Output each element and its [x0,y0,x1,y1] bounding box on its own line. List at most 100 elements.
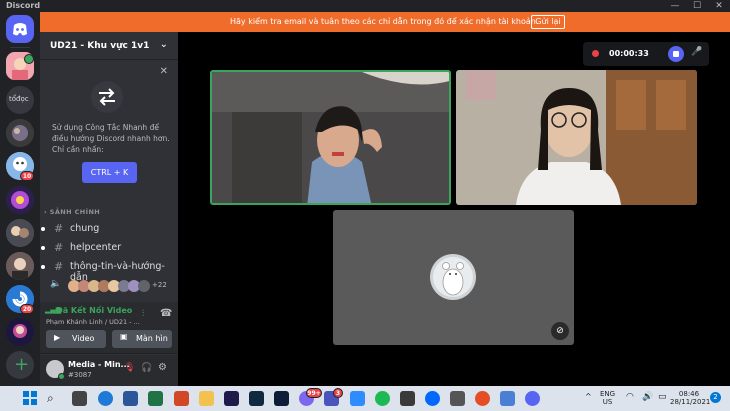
language-indicator[interactable]: ENG US [600,390,615,406]
voice-connection-panel: ▂▄▆ Đã Kết Nối Video Phạm Khánh Linh / U… [40,302,178,354]
record-dot-icon [592,50,599,57]
calculator-icon[interactable] [450,391,465,406]
guild-icon[interactable] [6,219,34,247]
user-tag: #3087 [68,371,92,379]
hash-icon: # [54,222,64,235]
home-discord-icon[interactable] [6,15,34,43]
channel-thong-tin[interactable]: # thông-tin-và-hướng-dẫn [41,258,172,283]
tip-text: Sử dụng Công Tắc Nhanh để điều hướng Dis… [52,123,170,154]
mic-muted-icon: ⊘ [551,322,569,340]
volume-icon[interactable]: 🔊 [642,393,653,402]
minimize-button[interactable]: — [664,0,686,12]
mic-off-icon[interactable]: 🎤 [691,47,702,57]
unread-dot [41,227,45,231]
channel-helpcenter[interactable]: # helpcenter [41,239,172,257]
zalo-icon[interactable] [425,391,440,406]
voice-channel-name[interactable]: Phạm Khánh Linh / UD21 - ... [46,318,140,326]
server-list: tổđọc 10 20 + [0,12,40,386]
swap-arrows-icon [91,81,123,113]
hash-icon: # [54,260,64,273]
gear-icon[interactable]: ⚙ [158,362,167,373]
recording-indicator: 00:00:33 🎤 [583,42,709,66]
quick-switcher-tip: ✕ Sử dụng Công Tắc Nhanh để điều hướng D… [40,62,178,192]
audition-icon[interactable] [224,391,239,406]
camera-icon: ▶ [54,333,61,342]
voice-status: Đã Kết Nối Video [56,306,133,315]
powerpoint-icon[interactable] [174,391,189,406]
battery-icon[interactable]: ▭ [658,393,667,402]
username: Media - Min... [68,360,130,369]
stop-recording-button[interactable] [668,46,684,62]
channel-label: helpcenter [70,242,122,253]
resend-button[interactable]: Gửi lại [531,15,565,29]
chevron-down-icon: ⌄ [159,39,168,50]
voice-channel-members[interactable]: 🔈 +22 [48,278,174,294]
video-feed [456,70,697,205]
unread-badge: 20 [20,304,34,314]
status-indicator [58,373,65,380]
participant-avatar [430,254,476,300]
notification-badge: 99+ [306,388,322,398]
lightroom-icon[interactable] [249,391,264,406]
photoshop-icon[interactable] [274,391,289,406]
video-tile-speaking[interactable] [210,70,451,205]
avatar [138,280,150,292]
zoom-icon[interactable] [350,391,365,406]
plus-icon: + [14,354,30,375]
edge-icon[interactable] [98,391,113,406]
app-icon[interactable] [500,391,515,406]
speaker-icon: 🔈 [50,279,62,289]
unread-dot [41,246,45,250]
video-tile-no-camera[interactable]: ⊘ [333,210,574,345]
guild-todoc-icon[interactable]: tổđọc [6,86,34,114]
guild-icon[interactable] [6,318,34,346]
headphones-icon[interactable]: 🎧 [141,363,152,373]
server-header[interactable]: UD21 - Khu vực 1v1 ⌄ [40,32,178,60]
spotify-icon[interactable] [375,391,390,406]
guild-icon[interactable] [6,186,34,214]
word-icon[interactable] [123,391,138,406]
noise-suppression-icon[interactable]: ⫶ [142,309,144,319]
category-header[interactable]: › SẢNH CHÍNH [44,208,100,216]
video-tile[interactable] [456,70,697,205]
clock[interactable]: 08:46 28/11/2021 [670,390,710,406]
chevron-up-icon[interactable]: ^ [585,393,592,401]
wifi-icon[interactable]: ◠ [626,393,634,402]
shortcut-button[interactable]: CTRL + K [82,162,137,183]
screen-share-button[interactable]: ▣ Màn hìn [112,330,172,348]
banner-message: Hãy kiểm tra email và tuân theo các chỉ … [230,17,539,26]
close-icon[interactable]: ✕ [160,66,168,77]
task-view-icon[interactable] [72,391,87,406]
hash-icon: # [54,241,64,254]
channel-sidebar: UD21 - Khu vực 1v1 ⌄ ✕ Sử dụng Công Tắc … [40,32,178,386]
unread-badge: 10 [20,171,34,181]
close-window-button[interactable]: ✕ [708,0,730,12]
app-icon[interactable] [400,391,415,406]
channel-label: chung [70,223,100,234]
excel-icon[interactable] [148,391,163,406]
taskbar: ⌕ 99+ 3 ^ ENG US ◠ 🔊 ▭ 08:46 28/11/2021 2 [0,386,730,411]
video-button[interactable]: ▶ Video [46,330,106,348]
guild-icon[interactable] [6,119,34,147]
window-title: Discord [6,1,41,10]
chrome-icon[interactable] [475,391,490,406]
search-icon[interactable]: ⌕ [47,391,62,406]
disconnect-icon[interactable]: ☎ [160,308,172,319]
start-icon[interactable] [22,390,38,406]
notification-badge: 3 [333,388,343,398]
discord-taskbar-icon[interactable] [525,391,540,406]
window-titlebar: Discord — ☐ ✕ [0,0,730,12]
user-panel: Media - Min... #3087 🎙 🎧 ⚙ [40,355,178,386]
add-server-button[interactable]: + [6,351,34,379]
maximize-button[interactable]: ☐ [686,0,708,12]
recording-time: 00:00:33 [609,49,649,58]
guild-icon[interactable] [6,252,34,280]
channel-chung[interactable]: # chung [41,220,172,238]
notification-center-icon[interactable]: 2 [710,392,721,403]
file-explorer-icon[interactable] [199,391,214,406]
live-badge [24,54,34,64]
verify-email-banner: Hãy kiểm tra email và tuân theo các chỉ … [40,12,730,32]
video-feed [212,72,449,203]
mic-muted-icon[interactable]: 🎙 [124,363,135,373]
chevron-right-icon: › [44,208,48,216]
